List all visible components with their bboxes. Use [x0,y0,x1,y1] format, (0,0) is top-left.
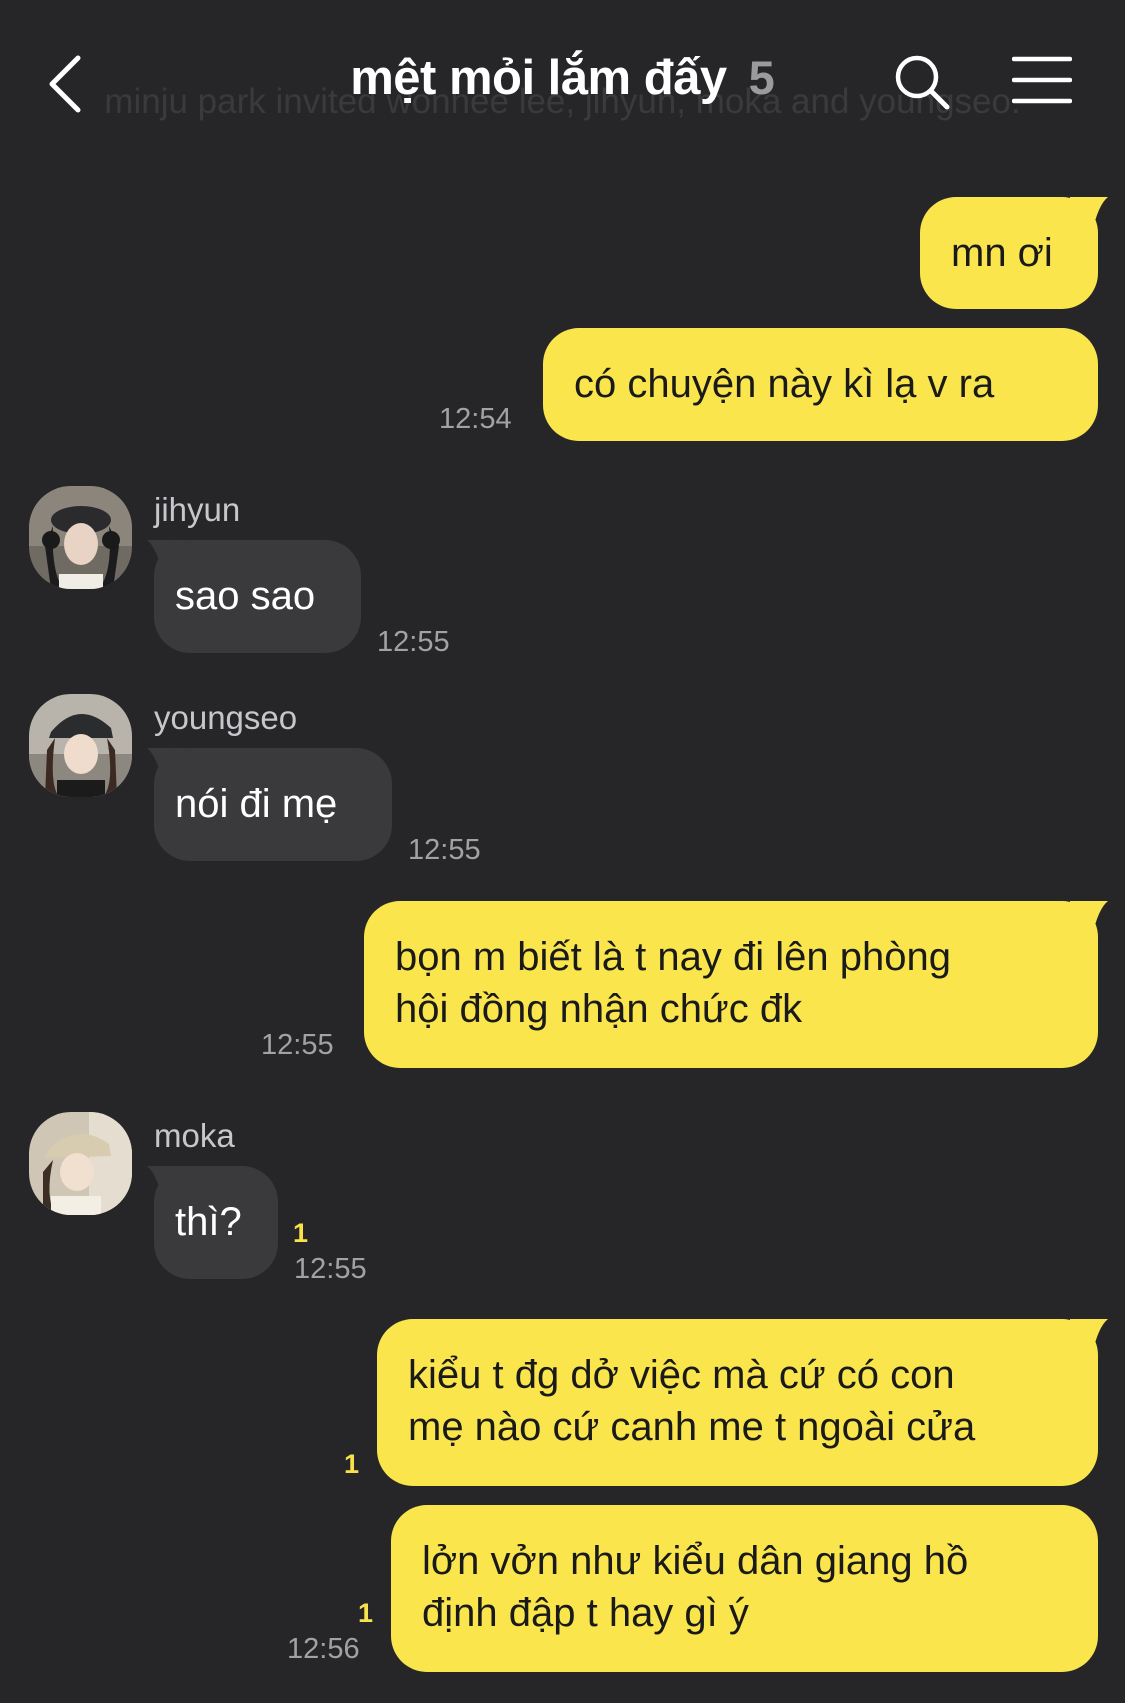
outgoing-message-bubble[interactable]: có chuyện này kì lạ v ra [543,328,1098,441]
outgoing-message-bubble[interactable]: bọn m biết là t nay đi lên phòng hội đồn… [364,901,1098,1068]
sender-name: jihyun [154,491,241,528]
search-button[interactable] [893,53,951,111]
message-text: nói đi mẹ [175,782,338,826]
bubble-tail [1070,1319,1108,1355]
outgoing-message-bubble[interactable]: kiểu t đg dở việc mà cứ có con mẹ nào cứ… [377,1319,1098,1486]
message-line: định đập t hay gì ý [422,1591,749,1635]
search-icon [895,55,950,110]
menu-button[interactable] [1011,55,1073,105]
message-text: mn ơi [951,231,1053,275]
bubble-tail [1070,197,1108,233]
avatar-youngseo[interactable] [29,694,132,797]
message-timestamp: 12:55 [408,834,481,866]
message-line: lởn vởn như kiểu dân giang hồ [422,1539,969,1583]
message-line: kiểu t đg dở việc mà cứ có con [408,1353,955,1397]
incoming-message-bubble[interactable]: thì? [154,1166,278,1279]
avatar-moka[interactable] [29,1112,132,1215]
message-timestamp: 12:55 [294,1253,367,1285]
chat-header: minju park invited wonhee lee, jihyun, m… [0,0,1125,165]
avatar-jihyun[interactable] [29,486,132,589]
bubble-tail [1070,901,1108,937]
member-count: 5 [748,51,775,104]
incoming-message-bubble[interactable]: sao sao [154,540,361,653]
title-group: mệt mỏi lắm đấy 5 [0,50,1125,106]
menu-icon [1011,56,1073,104]
unread-count: 1 [293,1218,309,1248]
message-line: mẹ nào cứ canh me t ngoài cửa [408,1405,976,1449]
sender-name: youngseo [154,699,298,736]
message-timestamp: 12:56 [287,1633,360,1665]
message-timestamp: 12:54 [439,403,512,435]
message-line: hội đồng nhận chức đk [395,987,803,1031]
message-text: có chuyện này kì lạ v ra [574,362,995,406]
message-line: bọn m biết là t nay đi lên phòng [395,935,951,979]
message-timestamp: 12:55 [377,626,450,658]
incoming-message-bubble[interactable]: nói đi mẹ [154,748,392,861]
message-text: thì? [175,1200,242,1244]
unread-count: 1 [344,1449,360,1479]
chat-title: mệt mỏi lắm đấy [350,51,727,105]
sender-name: moka [154,1117,235,1154]
outgoing-message-bubble[interactable]: lởn vởn như kiểu dân giang hồ định đập t… [391,1505,1098,1672]
message-text: sao sao [175,574,316,618]
message-timestamp: 12:55 [261,1029,334,1061]
unread-count: 1 [358,1598,374,1628]
